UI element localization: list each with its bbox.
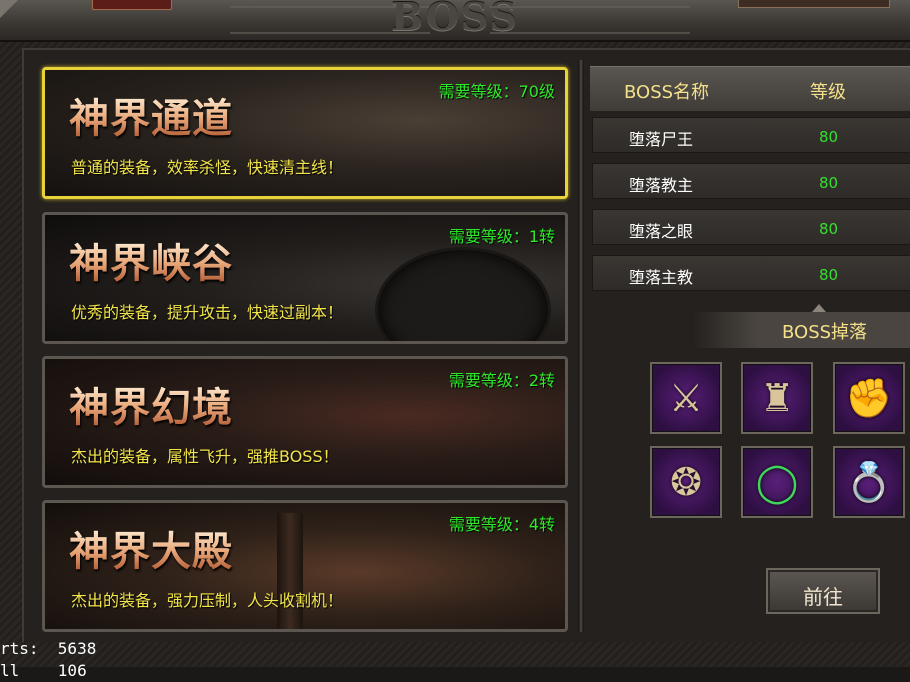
boss-drop-title: BOSS掉落 xyxy=(782,322,868,343)
bead-bracelet-icon: ◯ xyxy=(755,460,799,504)
boss-level: 80 xyxy=(819,128,839,146)
tab-ornament-right xyxy=(738,0,890,8)
boss-drop-header: BOSS掉落 xyxy=(692,304,910,348)
boss-row[interactable]: 堕落之眼 80 xyxy=(592,209,910,245)
boss-name: 堕落尸王 xyxy=(629,130,694,149)
zone-description: 优秀的装备，提升攻击，快速过副本！ xyxy=(71,303,344,322)
zone-description: 杰出的装备，属性飞升，强推BOSS！ xyxy=(71,447,339,466)
title-ornament-right xyxy=(490,6,690,34)
drop-item-blade[interactable]: ⚔ xyxy=(650,362,722,434)
zone-card-shenjie-huanjing[interactable]: 神界幻境 需要等级：2转 杰出的装备，属性飞升，强推BOSS！ xyxy=(42,356,568,488)
zone-card-shenjie-xiagu[interactable]: 神界峡谷 需要等级：1转 优秀的装备，提升攻击，快速过副本！ xyxy=(42,212,568,344)
header-level: 等级 xyxy=(810,82,846,103)
boss-name: 堕落之眼 xyxy=(629,222,694,241)
boss-row[interactable]: 堕落尸王 80 xyxy=(592,117,910,153)
zone-requirement: 需要等级：1转 xyxy=(448,227,555,246)
drop-item-armor[interactable]: ♜ xyxy=(741,362,813,434)
boss-table-header: BOSS名称 等级 xyxy=(590,66,910,111)
zone-name: 神界峡谷 xyxy=(69,231,233,289)
boss-name: 堕落主教 xyxy=(629,268,694,287)
panel-divider xyxy=(578,60,584,632)
zone-name: 神界大殿 xyxy=(69,519,233,577)
boss-name: 堕落教主 xyxy=(629,176,694,195)
drop-item-gauntlet[interactable]: ✊ xyxy=(833,362,905,434)
drop-item-bead-bracelet[interactable]: ◯ xyxy=(741,446,813,518)
boss-level: 80 xyxy=(819,174,839,192)
zone-card-shenjie-tongdao[interactable]: 神界通道 需要等级：70级 普通的装备，效率杀怪，快速清主线！ xyxy=(42,67,568,199)
blade-icon: ⚔ xyxy=(668,376,704,420)
claw-bracelet-icon: ❂ xyxy=(670,460,702,504)
drop-item-claw-bracelet[interactable]: ❂ xyxy=(650,446,722,518)
zone-name: 神界通道 xyxy=(69,86,233,144)
debug-line-1: rts: 5638 xyxy=(0,639,97,658)
debug-line-2: ll 106 xyxy=(0,661,87,680)
sword-pillar-decoration xyxy=(277,513,303,629)
zone-description: 普通的装备，效率杀怪，快速清主线！ xyxy=(71,158,344,177)
zone-requirement: 需要等级：2转 xyxy=(448,371,555,390)
ornament-icon xyxy=(812,304,826,312)
zone-card-shenjie-dadian[interactable]: 神界大殿 需要等级：4转 杰出的装备，强力压制，人头收割机！ xyxy=(42,500,568,632)
header-boss-name: BOSS名称 xyxy=(624,82,710,103)
boss-row[interactable]: 堕落教主 80 xyxy=(592,163,910,199)
go-button[interactable]: 前往 xyxy=(766,568,880,614)
title-bar: BOSS xyxy=(0,0,910,42)
drop-item-ring[interactable]: 💍 xyxy=(833,446,905,518)
zone-description: 杰出的装备，强力压制，人头收割机！ xyxy=(71,591,344,610)
zone-name: 神界幻境 xyxy=(69,375,233,433)
zone-requirement: 需要等级：4转 xyxy=(448,515,555,534)
zone-requirement: 需要等级：70级 xyxy=(438,82,555,101)
debug-overlay: rts: 5638 ll 106 xyxy=(0,638,96,682)
ring-icon: 💍 xyxy=(845,459,893,504)
gauntlet-icon: ✊ xyxy=(845,375,893,420)
boss-level: 80 xyxy=(819,266,839,284)
boss-level: 80 xyxy=(819,220,839,238)
armor-icon: ♜ xyxy=(759,376,795,420)
boss-row[interactable]: 堕落主教 80 xyxy=(592,255,910,291)
go-button-label: 前往 xyxy=(803,585,843,609)
